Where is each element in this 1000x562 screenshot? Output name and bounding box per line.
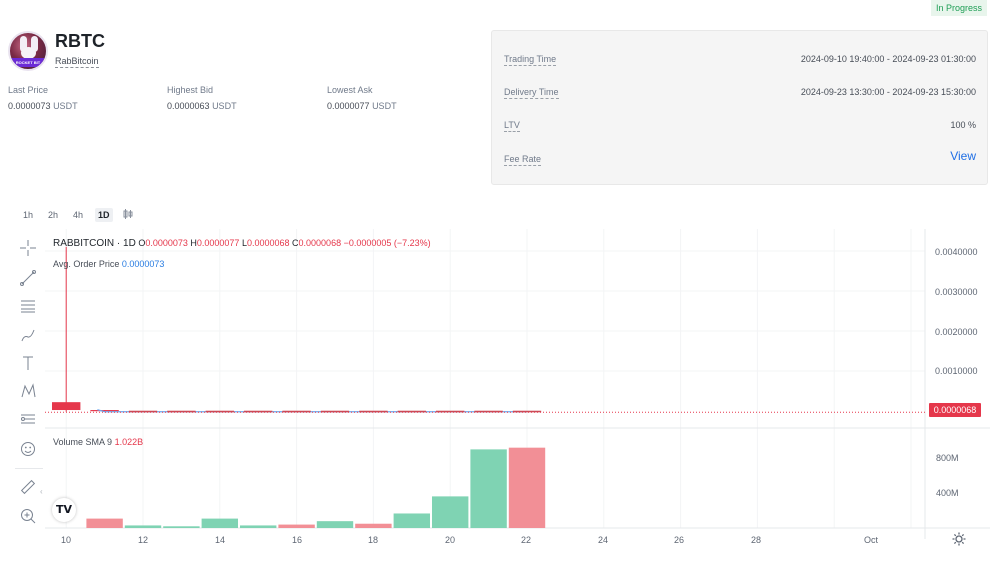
- x-axis-tick: 18: [367, 535, 379, 545]
- delivery-time-value: 2024-09-23 13:30:00 - 2024-09-23 15:30:0…: [800, 87, 976, 97]
- volume-bar: [86, 518, 123, 528]
- ltv-row: LTV 100 %: [504, 119, 976, 137]
- token-symbol: RBTC: [55, 31, 105, 51]
- price-axis-tick: 0.0010000: [935, 366, 978, 376]
- gear-icon[interactable]: [951, 531, 967, 547]
- last-price-tag: 0.0000068: [929, 403, 981, 417]
- last-price-stat: Last Price 0.0000073 USDT: [8, 84, 78, 113]
- measure-icon[interactable]: [17, 408, 39, 430]
- x-axis-tick: Oct: [863, 535, 879, 545]
- volume-axis-tick: 800M: [936, 453, 959, 463]
- volume-axis-tick: 400M: [936, 488, 959, 498]
- rabbit-avatar-icon: ROCKET BIT: [8, 31, 48, 71]
- lowest-ask-unit: USDT: [372, 101, 397, 111]
- zoom-in-icon[interactable]: [17, 505, 39, 527]
- x-axis-tick: 12: [137, 535, 149, 545]
- candle-body: [512, 410, 542, 413]
- timeframe-2h[interactable]: 2h: [45, 208, 61, 222]
- volume-bar: [432, 496, 469, 528]
- status-badge: In Progress: [931, 0, 987, 16]
- ohlc-legend: RABBITCOIN · 1D O0.0000073 H0.0000077 L0…: [53, 238, 431, 249]
- timeframe-bar: 1h 2h 4h 1D: [20, 207, 134, 223]
- volume-sma-value: 1.022B: [114, 437, 144, 447]
- volume-bar: [124, 525, 162, 528]
- change-value: −0.0000005 (−7.23%): [343, 238, 431, 248]
- delivery-time-label[interactable]: Delivery Time: [504, 86, 559, 99]
- tradingview-logo[interactable]: TV: [52, 498, 76, 522]
- candle-body: [90, 410, 119, 412]
- emoji-icon[interactable]: [17, 438, 39, 460]
- price-chart[interactable]: [45, 229, 990, 549]
- volume-bar: [393, 513, 430, 528]
- trading-time-value: 2024-09-10 19:40:00 - 2024-09-23 01:30:0…: [800, 54, 976, 64]
- delivery-time-row: Delivery Time 2024-09-23 13:30:00 - 2024…: [504, 86, 976, 104]
- x-axis-tick: 28: [750, 535, 762, 545]
- timeframe-1h[interactable]: 1h: [20, 208, 36, 222]
- x-axis-tick: 20: [444, 535, 456, 545]
- brush-icon[interactable]: [17, 324, 39, 346]
- info-panel: Trading Time 2024-09-10 19:40:00 - 2024-…: [491, 30, 988, 185]
- volume-bar: [470, 449, 507, 528]
- trading-time-label[interactable]: Trading Time: [504, 53, 557, 66]
- fee-rate-view-link[interactable]: View: [950, 150, 976, 162]
- x-axis-tick: 10: [60, 535, 72, 545]
- chart-canvas[interactable]: [45, 229, 990, 549]
- volume-bar: [508, 447, 546, 528]
- trend-line-icon[interactable]: [17, 267, 39, 289]
- price-axis-tick: 0.0040000: [935, 247, 978, 257]
- volume-bar: [163, 526, 200, 528]
- crosshair-icon[interactable]: [17, 237, 39, 259]
- price-axis-tick: 0.0020000: [935, 327, 978, 337]
- lowest-ask-label: Lowest Ask: [327, 85, 373, 95]
- avg-order-price-value: 0.0000073: [121, 259, 165, 269]
- toolbar-divider: [15, 468, 43, 469]
- avg-order-price-label: Avg. Order Price: [53, 259, 120, 269]
- candle-body: [320, 410, 350, 413]
- open-value: 0.0000073: [145, 238, 188, 248]
- lowest-ask-stat: Lowest Ask 0.0000077 USDT: [327, 84, 397, 113]
- volume-sma-label: Volume SMA 9: [53, 437, 113, 447]
- highest-bid-label: Highest Bid: [167, 85, 214, 95]
- last-price-label: Last Price: [8, 85, 49, 95]
- timeframe-4h[interactable]: 4h: [70, 208, 86, 222]
- timeframe-1d[interactable]: 1D: [95, 208, 113, 222]
- close-value: 0.0000068: [298, 238, 342, 248]
- x-axis-tick: 22: [520, 535, 532, 545]
- volume-bar: [278, 524, 315, 528]
- lowest-ask-value: 0.0000077: [327, 101, 370, 111]
- x-axis-tick: 26: [673, 535, 685, 545]
- volume-bar: [355, 523, 392, 528]
- candle-body: [52, 402, 81, 411]
- avg-order-price-legend: Avg. Order Price 0.0000073: [53, 259, 164, 269]
- ltv-value: 100 %: [950, 120, 976, 130]
- candlestick-icon[interactable]: [122, 208, 134, 223]
- low-value: 0.0000068: [246, 238, 290, 248]
- high-value: 0.0000077: [196, 238, 240, 248]
- volume-bar: [201, 518, 238, 528]
- candle-body: [128, 410, 158, 413]
- avatar-caption: ROCKET BIT: [10, 58, 46, 67]
- x-axis-tick: 14: [214, 535, 226, 545]
- x-axis-tick: 24: [597, 535, 609, 545]
- trading-time-row: Trading Time 2024-09-10 19:40:00 - 2024-…: [504, 53, 976, 71]
- volume-bar: [240, 525, 277, 528]
- fee-rate-label[interactable]: Fee Rate: [504, 153, 542, 166]
- highest-bid-value: 0.0000063: [167, 101, 210, 111]
- volume-legend: Volume SMA 9 1.022B: [53, 437, 143, 447]
- highest-bid-stat: Highest Bid 0.0000063 USDT: [167, 84, 237, 113]
- token-name-link[interactable]: RabBitcoin: [55, 56, 99, 68]
- ltv-label[interactable]: LTV: [504, 119, 520, 132]
- text-icon[interactable]: [17, 352, 39, 374]
- last-price-unit: USDT: [53, 101, 78, 111]
- price-axis-tick: 0.0030000: [935, 287, 978, 297]
- volume-bar: [316, 521, 354, 528]
- last-price-value: 0.0000073: [8, 101, 51, 111]
- symbol-label: RABBITCOIN · 1D: [53, 238, 136, 249]
- highest-bid-unit: USDT: [212, 101, 237, 111]
- ruler-icon[interactable]: [17, 476, 39, 498]
- fee-rate-row: Fee Rate View: [504, 150, 976, 171]
- pattern-icon[interactable]: [17, 380, 39, 402]
- x-axis-tick: 16: [291, 535, 303, 545]
- horizontal-lines-icon[interactable]: [17, 295, 39, 317]
